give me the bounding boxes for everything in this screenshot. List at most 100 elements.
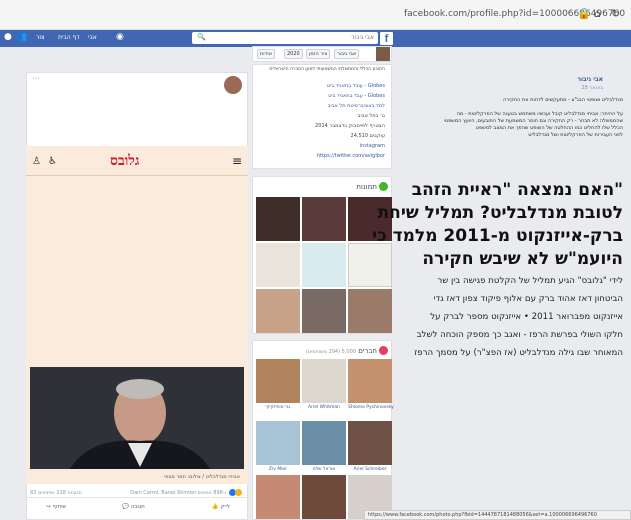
photo-thumb[interactable] — [256, 197, 300, 241]
tab-timeline[interactable]: ציר הזמן — [306, 49, 331, 59]
address-bar[interactable]: facebook.com/profile.php?id=100006696496… — [404, 9, 625, 19]
facebook-top-bar: ● 👥 צור דף הבית אבי ◉ 🔍 אבי גיבור f — [0, 30, 631, 47]
photos-title[interactable]: תמונות — [356, 183, 377, 191]
post-text-line: הכלל שלו להחליט כמו ההחלטה של השופט שהפך… — [475, 125, 623, 131]
like-button[interactable]: 👍 לייק — [212, 504, 230, 510]
nav-create[interactable]: צור — [36, 34, 45, 41]
intro-line-work[interactable]: עובד בתאגיד ביט - Globes — [327, 83, 385, 89]
post-actions: 👍 לייק 💬 תגובה ↪ שיתוף — [26, 502, 248, 514]
intro-line-twitter[interactable]: https://twitter.com/avigibor — [317, 153, 385, 159]
share-label: שיתוף — [52, 504, 67, 510]
friend-name[interactable]: Ziv Meir — [256, 467, 300, 472]
post-timestamp[interactable]: 28 בינואר — [582, 85, 604, 91]
article-lead-line: הביטחון דאז אהוד ברק עם אלוף פיקוד צפון … — [433, 294, 623, 304]
article-headline-line: היועמ"ש לא שיבש חקירה — [422, 249, 623, 269]
article-lead-line: אייזנקוט מפברואר 2011 • אייזנקוט מספר לב… — [430, 312, 623, 322]
photo-thumb[interactable] — [256, 289, 300, 333]
comments-shares-count[interactable]: 83 תגובות 118 שיתופים — [30, 490, 82, 496]
tab-year[interactable]: 2020 — [284, 49, 303, 59]
nav-home[interactable]: דף הבית — [58, 34, 80, 41]
intro-line-instagram[interactable]: instagram — [360, 143, 385, 149]
post-text-line: מנדלבליט ושופטי הבג"צ - מתעקשים לדחות את… — [503, 97, 623, 103]
lock-icon: 🔒 — [577, 7, 591, 20]
status-bar-url: https://www.facebook.com/photo.php?fbid=… — [364, 510, 631, 520]
reactions-bar: 83 תגובות 118 שיתופים Dani Carmi, Baraz … — [26, 488, 248, 498]
friend-photo[interactable] — [348, 421, 392, 465]
post-text-line: שהממשלה לא תבחר - רק החקירה וגם חוסר המש… — [443, 118, 623, 124]
help-icon[interactable]: ● — [4, 32, 12, 42]
photo-thumb[interactable] — [302, 289, 346, 333]
photo-thumb[interactable] — [256, 243, 300, 287]
article-headline-line: ברק-אייזנקוט מ-2011 מלמד כי — [372, 226, 623, 246]
post-text-line: לפני העבירות של הפרקליטות ושל מנדלבליט — [528, 132, 623, 138]
intro-line-education[interactable]: למד באוניברסיטת תל אביב — [328, 103, 385, 109]
photos-card: תמונות — [252, 176, 392, 334]
like-label: לייק — [220, 504, 231, 510]
post-author-avatar[interactable] — [224, 76, 242, 94]
article-headline-line: האם נמצאה "ראיית הזהב" — [411, 180, 623, 200]
friend-photo[interactable] — [348, 359, 392, 403]
avatar[interactable]: ◉ — [116, 32, 124, 42]
globes-logo: גלובס — [110, 153, 140, 169]
photo-thumb[interactable] — [348, 243, 392, 287]
accessibility-icon: ♿ — [48, 156, 57, 167]
friend-name[interactable]: גבי אוחיזקיקי — [256, 405, 300, 410]
profile-avatar[interactable] — [376, 47, 390, 61]
reload-icon[interactable]: ↻ — [611, 7, 620, 20]
article-headline-line: לטובת מנדלבליט? תמליל שיחת — [377, 203, 623, 223]
friend-photo[interactable] — [302, 421, 346, 465]
intro-line-joined: הצטרף לפייסבוק בדצמבר 2014 — [315, 123, 385, 129]
photo-thumb[interactable] — [348, 289, 392, 333]
search-placeholder: אבי גיבור — [350, 34, 374, 41]
friend-photo[interactable] — [302, 475, 346, 519]
post-text-line: על ההיתר: אביחי מנדלבליט קיבל ועכשיו משת… — [456, 111, 623, 117]
photos-icon — [379, 182, 388, 191]
haha-reaction-icon — [235, 489, 242, 496]
intro-line-work2[interactable]: עבד בתאגיד ביט - Globes — [328, 93, 385, 99]
friends-title[interactable]: חברים 5,000 (294 משותפים) — [306, 347, 377, 355]
friend-photo[interactable] — [256, 475, 300, 519]
intro-card: התובע הכללי והממשלתי המשמעותי למען החברה… — [252, 64, 392, 169]
home-icon[interactable]: ⌂ — [594, 7, 601, 20]
friends-section-icon — [379, 346, 388, 355]
menu-icon: ≡ — [232, 154, 243, 168]
left-margin — [0, 47, 22, 520]
post-options-icon[interactable]: ··· — [32, 74, 40, 83]
comment-label: תגובה — [130, 504, 145, 510]
friend-name[interactable]: אוראל שלם — [302, 467, 346, 472]
search-icon[interactable]: 🔍 — [197, 33, 206, 41]
friend-photo[interactable] — [302, 359, 346, 403]
friend-name[interactable]: Ariel Schreiber — [348, 467, 392, 472]
article-lead-line: המאוחר שבו גילה מנדלבליט (אז הפצ"ר) על מ… — [414, 348, 623, 358]
intro-bio: התובע הכללי והממשלתי המשמעותי למען החברה… — [269, 67, 385, 72]
browser-toolbar: facebook.com/profile.php?id=100006696496… — [0, 0, 631, 30]
friend-photo[interactable] — [256, 359, 300, 403]
portrait-illustration — [30, 367, 244, 469]
friend-name[interactable]: Ariel Whitman — [302, 405, 346, 410]
article-lead-line: חלקו השולי בפרשת הרפז - ואגב כך מספק הוכ… — [416, 330, 623, 340]
friends-title-text: חברים — [358, 347, 377, 355]
post-author[interactable]: אבי גיבור — [577, 76, 603, 83]
tab-about[interactable]: אודות — [257, 49, 276, 59]
friends-icon[interactable]: 👥 — [16, 32, 27, 42]
intro-line-lives: גר בתל אביב — [357, 113, 385, 119]
photo-thumb[interactable] — [302, 243, 346, 287]
reaction-names[interactable]: Dani Carmi, Baraz Shimon ו-898 נוספים — [130, 490, 226, 496]
friend-photo[interactable] — [256, 421, 300, 465]
user-icon: ♙ — [32, 156, 41, 167]
nav-profile[interactable]: אבי — [88, 34, 97, 41]
search-input[interactable]: 🔍 אבי גיבור — [192, 32, 378, 44]
article-photo — [30, 367, 244, 469]
friends-count: 5,000 (294 משותפים) — [305, 349, 356, 355]
share-button[interactable]: ↪ שיתוף — [46, 504, 66, 510]
comment-button[interactable]: 💬 תגובה — [122, 504, 145, 510]
screen: facebook.com/profile.php?id=100006696496… — [0, 0, 631, 520]
article-lead-line: לידי "גלובס" הגיע תמליל של הקלטת פגישה ב… — [437, 276, 623, 286]
friend-name[interactable]: Shlomo Pyshinovsky — [348, 405, 394, 410]
facebook-logo[interactable]: f — [380, 32, 393, 45]
photo-thumb[interactable] — [302, 197, 346, 241]
article-caption: אביחי מנדלבליט / צילום: תמר מצפי — [26, 474, 248, 484]
intro-line-followers: עוקבים 24,510 — [350, 133, 385, 139]
friends-card: חברים 5,000 (294 משותפים) Shlomo Pyshino… — [252, 340, 394, 520]
profile-name-pill[interactable]: אבי גיבור — [334, 49, 360, 59]
